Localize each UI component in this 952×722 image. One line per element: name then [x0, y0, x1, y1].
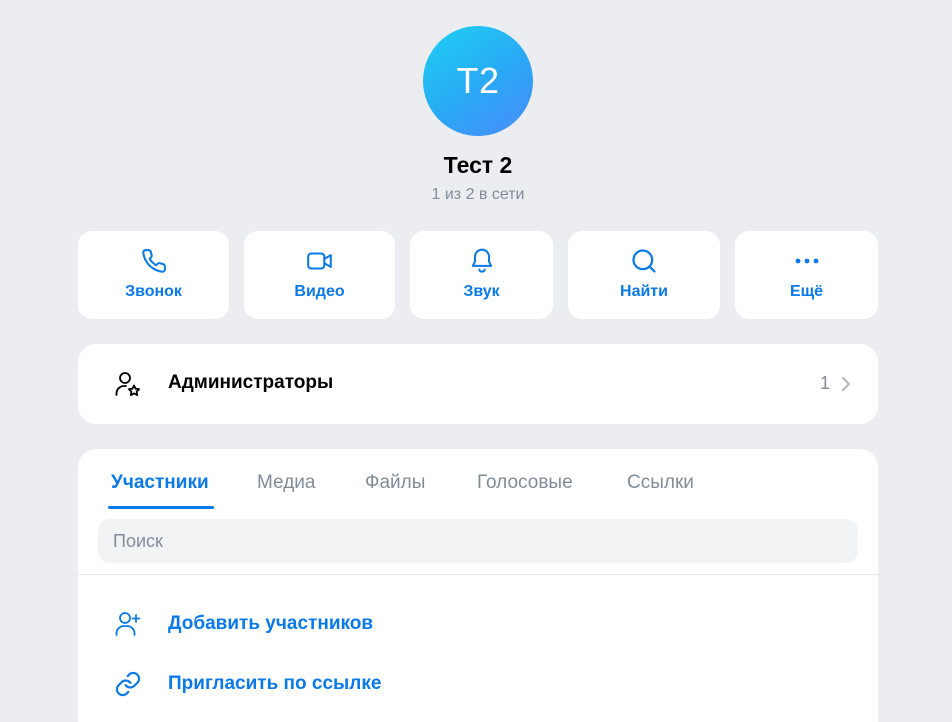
administrators-count: 1	[819, 373, 830, 393]
video-camera-icon	[306, 247, 334, 275]
more-button[interactable]: Ещё	[735, 231, 878, 319]
sound-button-label: Звук	[463, 283, 500, 300]
active-tab-indicator	[108, 506, 214, 509]
user-star-icon	[114, 370, 142, 398]
divider	[78, 574, 878, 575]
administrators-row[interactable]: Администраторы 1	[78, 344, 878, 424]
chat-title: Тест 2	[443, 152, 513, 178]
search-icon	[630, 247, 658, 275]
online-status: 1 из 2 в сети	[431, 186, 525, 203]
members-search-input[interactable]	[98, 519, 858, 563]
administrators-label: Администраторы	[168, 372, 334, 393]
tab-members[interactable]: Участники	[111, 472, 209, 494]
invite-by-link-row[interactable]: Пригласить по ссылке	[78, 656, 878, 712]
chevron-right-icon	[840, 375, 852, 393]
call-button[interactable]: Звонок	[78, 231, 229, 319]
call-button-label: Звонок	[125, 283, 182, 300]
phone-icon	[140, 247, 168, 275]
members-tabs: Участники Медиа Файлы Голосовые Ссылки	[78, 449, 878, 509]
video-button[interactable]: Видео	[244, 231, 395, 319]
more-button-label: Ещё	[789, 283, 824, 300]
group-avatar[interactable]: T2	[423, 26, 533, 136]
sound-button[interactable]: Звук	[410, 231, 553, 319]
find-button-label: Найти	[620, 283, 668, 300]
video-button-label: Видео	[294, 283, 345, 300]
tab-links[interactable]: Ссылки	[627, 472, 694, 494]
link-icon	[114, 670, 142, 698]
members-panel: Участники Медиа Файлы Голосовые Ссылки Д…	[78, 449, 878, 722]
tab-voice[interactable]: Голосовые	[477, 472, 573, 494]
chat-profile-page: T2 Тест 2 1 из 2 в сети Звонок Видео Зву…	[0, 0, 952, 722]
invite-by-link-label: Пригласить по ссылке	[168, 673, 382, 694]
add-members-row[interactable]: Добавить участников	[78, 596, 878, 652]
add-user-icon	[114, 610, 142, 638]
bell-icon	[468, 247, 496, 275]
add-members-label: Добавить участников	[168, 613, 374, 634]
avatar-initials: T2	[456, 60, 500, 101]
more-dots-icon	[793, 247, 821, 275]
find-button[interactable]: Найти	[568, 231, 720, 319]
tab-media[interactable]: Медиа	[257, 472, 315, 494]
tab-files[interactable]: Файлы	[365, 472, 425, 494]
